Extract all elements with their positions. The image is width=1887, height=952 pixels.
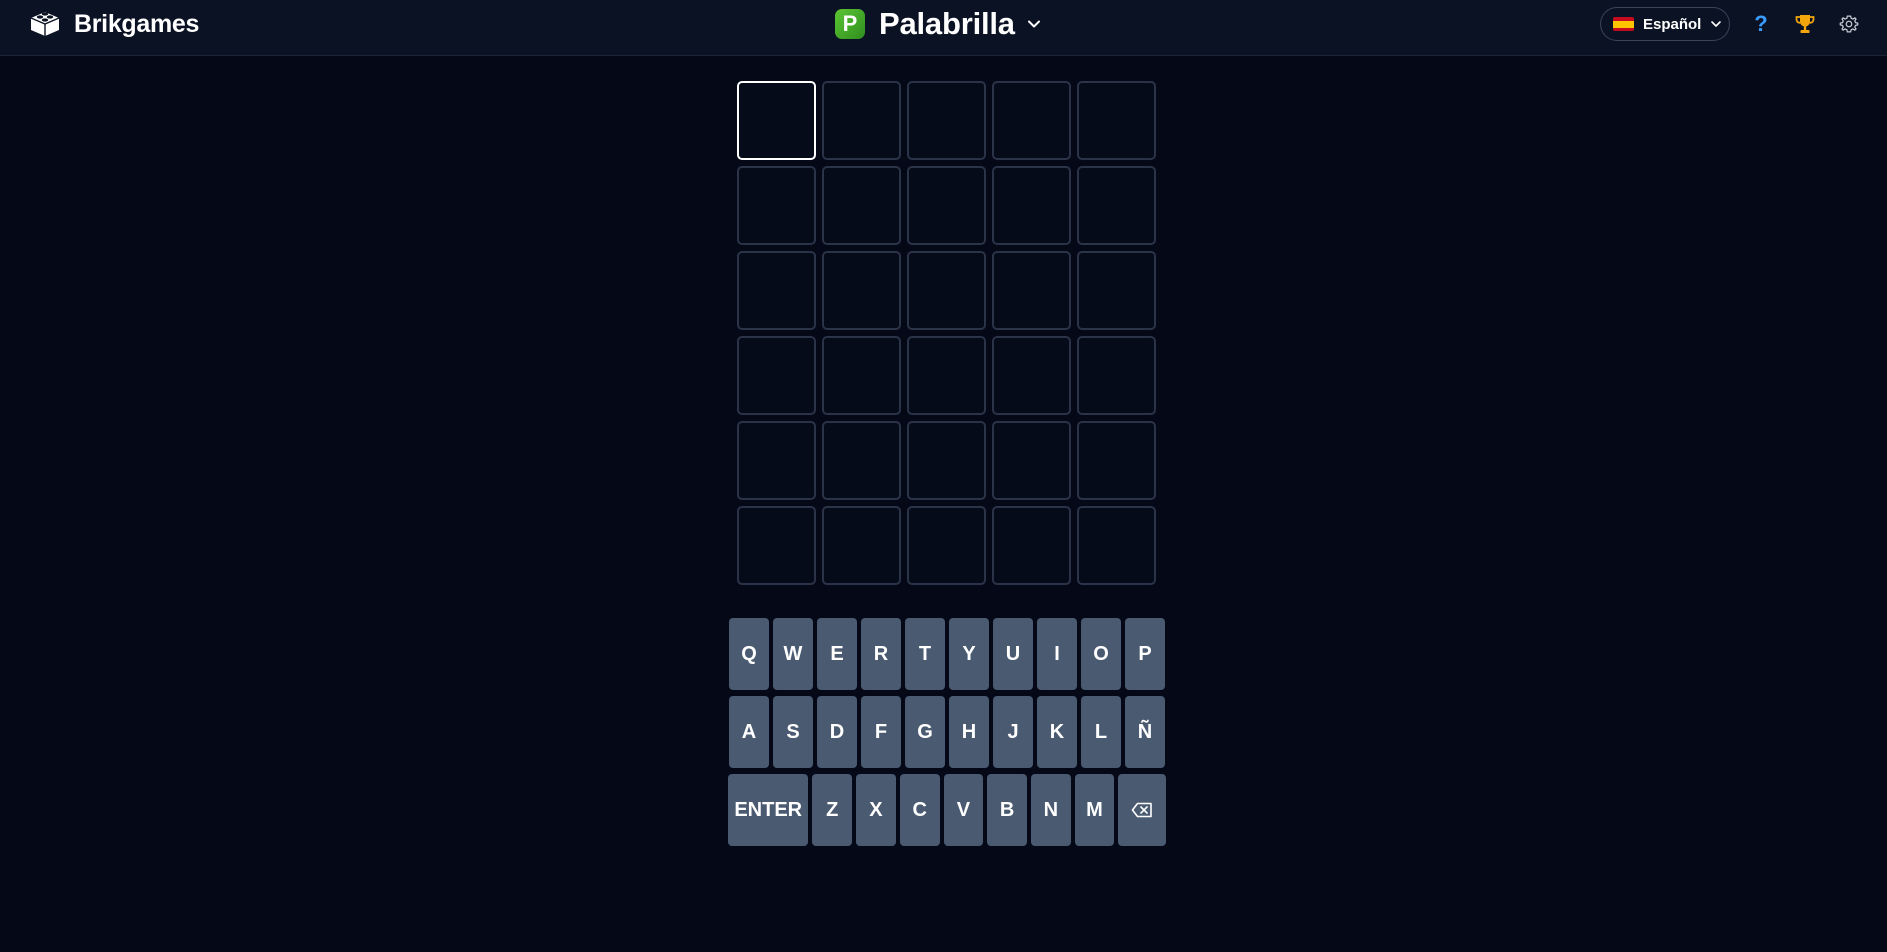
- letter-tile: [907, 506, 986, 585]
- key-d[interactable]: D: [817, 696, 857, 768]
- letter-tile: [737, 336, 816, 415]
- letter-tile: [737, 81, 816, 160]
- letter-tile: [907, 336, 986, 415]
- key-g[interactable]: G: [905, 696, 945, 768]
- keyboard-row: ENTER Z X C V B N M: [726, 774, 1168, 846]
- letter-tile: [907, 251, 986, 330]
- board-row: [737, 166, 1162, 245]
- spain-flag-icon: [1613, 17, 1634, 31]
- letter-tile: [992, 81, 1071, 160]
- key-z[interactable]: Z: [812, 774, 853, 846]
- letter-tile: [822, 81, 901, 160]
- key-ñ[interactable]: Ñ: [1125, 696, 1165, 768]
- letter-tile: [822, 251, 901, 330]
- key-j[interactable]: J: [993, 696, 1033, 768]
- key-m[interactable]: M: [1074, 774, 1115, 846]
- letter-tile: [992, 166, 1071, 245]
- letter-tile: [822, 421, 901, 500]
- board-row: [737, 506, 1162, 585]
- letter-tile: [992, 251, 1071, 330]
- trophy-icon: [1795, 15, 1815, 33]
- letter-tile: [1077, 251, 1156, 330]
- board-row: [737, 421, 1162, 500]
- letter-tile: [992, 506, 1071, 585]
- letter-tile: [907, 166, 986, 245]
- key-b[interactable]: B: [987, 774, 1027, 846]
- game-selector[interactable]: P Palabrilla: [835, 6, 1043, 41]
- key-p[interactable]: P: [1125, 618, 1165, 690]
- keyboard-row: QWERTYUIOP: [726, 618, 1168, 690]
- letter-tile: [822, 336, 901, 415]
- letter-tile: [907, 421, 986, 500]
- letter-tile: [1077, 336, 1156, 415]
- letter-tile: [1077, 81, 1156, 160]
- letter-tile: [1077, 506, 1156, 585]
- letter-tile: [907, 81, 986, 160]
- key-w[interactable]: W: [773, 618, 813, 690]
- keyboard-row: ASDFGHJKLÑ: [726, 696, 1168, 768]
- lego-brick-icon: [30, 12, 60, 36]
- key-k[interactable]: K: [1037, 696, 1077, 768]
- key-y[interactable]: Y: [949, 618, 989, 690]
- enter-key[interactable]: ENTER: [728, 774, 809, 846]
- question-mark-icon: ?: [1754, 11, 1768, 36]
- letter-tile: [822, 506, 901, 585]
- board-row: [737, 336, 1162, 415]
- key-o[interactable]: O: [1081, 618, 1121, 690]
- brand-name: Brikgames: [74, 9, 200, 38]
- key-i[interactable]: I: [1037, 618, 1077, 690]
- backspace-icon: [1131, 802, 1152, 818]
- key-t[interactable]: T: [905, 618, 945, 690]
- key-s[interactable]: S: [773, 696, 813, 768]
- key-a[interactable]: A: [729, 696, 769, 768]
- letter-tile: [992, 336, 1071, 415]
- letter-tile: [822, 166, 901, 245]
- chevron-down-icon: [1027, 20, 1040, 28]
- game-logo: P: [835, 9, 865, 39]
- letter-tile: [737, 506, 816, 585]
- letter-tile: [737, 166, 816, 245]
- letter-tile: [737, 251, 816, 330]
- letter-tile: [737, 421, 816, 500]
- key-l[interactable]: L: [1081, 696, 1121, 768]
- settings-button[interactable]: [1835, 10, 1863, 38]
- top-bar: Brikgames P Palabrilla Español ?: [0, 0, 1887, 56]
- language-label: Español: [1643, 15, 1702, 33]
- gear-icon: [1839, 15, 1859, 33]
- on-screen-keyboard: Q W E R T Y U I O P A S D F G H J K L Ñ ENTER Z X C V B N M: [726, 618, 1168, 852]
- letter-tile: [992, 421, 1071, 500]
- key-e[interactable]: E: [817, 618, 857, 690]
- game-title: Palabrilla: [879, 6, 1015, 41]
- letter-tile: [1077, 166, 1156, 245]
- brand-link[interactable]: Brikgames: [28, 8, 199, 40]
- chevron-down-icon: [1711, 21, 1722, 27]
- key-u[interactable]: U: [993, 618, 1033, 690]
- key-c[interactable]: C: [899, 774, 940, 846]
- game-logo-letter: P: [842, 11, 858, 36]
- key-h[interactable]: H: [949, 696, 989, 768]
- help-button[interactable]: ?: [1747, 10, 1775, 38]
- language-selector[interactable]: Español: [1600, 7, 1730, 41]
- letter-tile: [1077, 421, 1156, 500]
- key-q[interactable]: Q: [729, 618, 769, 690]
- key-f[interactable]: F: [861, 696, 901, 768]
- stats-button[interactable]: [1791, 10, 1819, 38]
- board-row: [737, 81, 1162, 160]
- key-x[interactable]: X: [856, 774, 896, 846]
- key-n[interactable]: N: [1030, 774, 1071, 846]
- game-board: [737, 81, 1162, 591]
- backspace-key[interactable]: [1118, 774, 1166, 846]
- key-v[interactable]: V: [943, 774, 984, 846]
- board-row: [737, 251, 1162, 330]
- key-r[interactable]: R: [861, 618, 901, 690]
